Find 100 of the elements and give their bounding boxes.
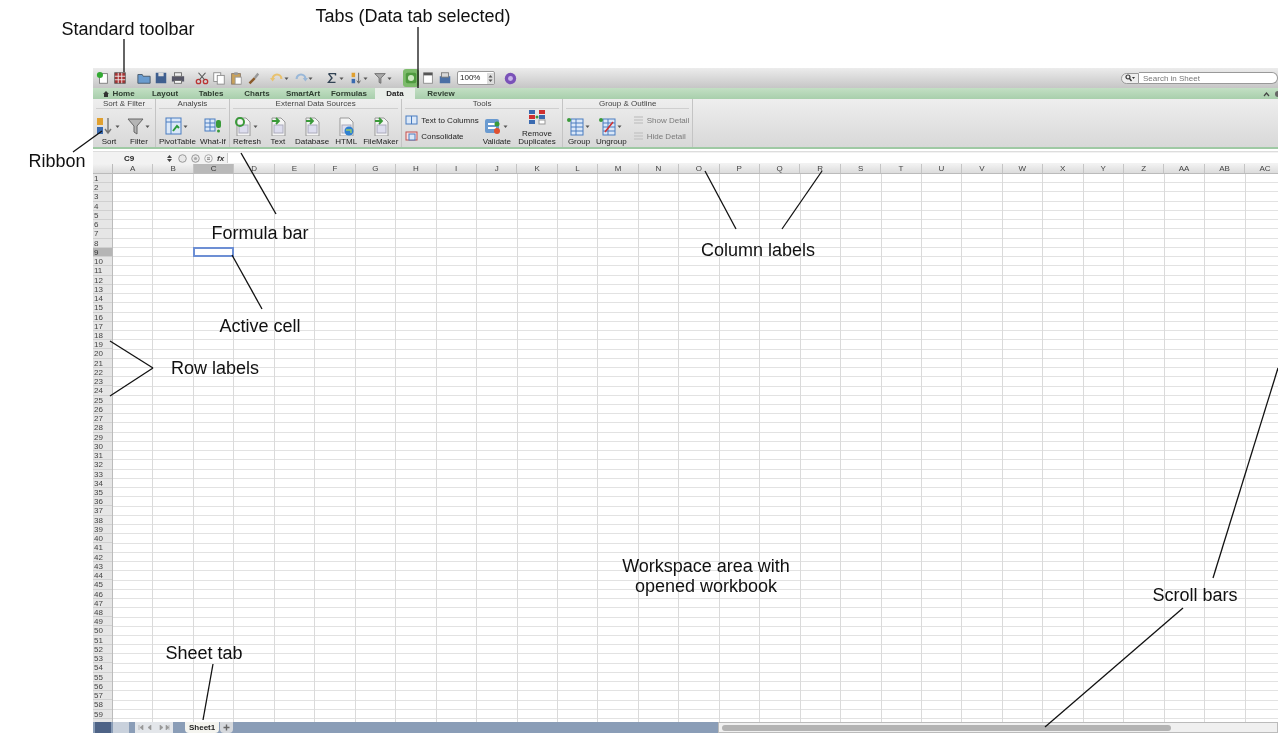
column-header[interactable]: K	[517, 164, 558, 173]
row-header[interactable]: 59	[93, 709, 112, 719]
column-header[interactable]: J	[476, 164, 518, 173]
row-header[interactable]: 48	[93, 608, 112, 618]
zoom-field[interactable]: 100%	[457, 71, 495, 85]
function-button[interactable]: fx	[217, 153, 225, 163]
row-header[interactable]: 8	[93, 238, 112, 248]
ribbon-tab[interactable]: Charts	[237, 88, 277, 99]
row-header[interactable]: 54	[93, 663, 112, 673]
column-header[interactable]: A	[113, 164, 154, 173]
column-header[interactable]: Z	[1123, 164, 1165, 173]
row-header[interactable]: 42	[93, 552, 112, 562]
column-header[interactable]: N	[638, 164, 680, 173]
column-header[interactable]: G	[355, 164, 397, 173]
column-header[interactable]: U	[921, 164, 963, 173]
column-header[interactable]: S	[840, 164, 882, 173]
row-header[interactable]: 52	[93, 644, 112, 655]
ribbon-tab[interactable]: Review	[421, 88, 461, 99]
row-header[interactable]: 36	[93, 497, 112, 507]
ribbon-tab[interactable]: Formulas	[329, 88, 369, 99]
row-header[interactable]: 15	[93, 303, 112, 313]
ribbon-button[interactable]: Validate	[482, 110, 511, 146]
search-field[interactable]: Search in Sheet	[1139, 72, 1278, 84]
ribbon-button[interactable]: Remove Duplicates	[515, 110, 559, 146]
row-header[interactable]: 27	[93, 414, 112, 424]
ribbon-button[interactable]: Text	[264, 110, 291, 146]
name-box[interactable]: C9	[93, 153, 165, 163]
row-header[interactable]: 28	[93, 423, 112, 433]
row-header[interactable]: 21	[93, 358, 112, 368]
ribbon-button[interactable]: Consolidate	[405, 131, 479, 141]
row-header[interactable]: 17	[93, 321, 112, 331]
row-header[interactable]: 51	[93, 635, 112, 645]
column-header[interactable]: AC	[1245, 164, 1278, 173]
row-header[interactable]: 40	[93, 534, 112, 544]
column-header[interactable]: I	[436, 164, 477, 173]
row-header[interactable]: 23	[93, 377, 112, 387]
row-header[interactable]: 13	[93, 284, 112, 295]
row-header[interactable]: 26	[93, 404, 112, 415]
row-header[interactable]: 1	[93, 174, 112, 184]
column-header[interactable]: V	[962, 164, 1003, 173]
row-header[interactable]: 55	[93, 672, 112, 682]
row-header[interactable]: 34	[93, 478, 112, 488]
row-header[interactable]: 47	[93, 598, 112, 608]
column-header[interactable]: AA	[1164, 164, 1205, 173]
column-header[interactable]: Y	[1083, 164, 1124, 173]
row-header[interactable]: 49	[93, 617, 112, 627]
ribbon-tab[interactable]: Layout	[145, 88, 185, 99]
row-header[interactable]: 45	[93, 580, 112, 590]
ribbon-button[interactable]: Refresh	[232, 110, 261, 146]
ribbon-button[interactable]: What-If	[199, 110, 226, 146]
row-header[interactable]: 44	[93, 571, 112, 581]
row-header[interactable]: 31	[93, 451, 112, 461]
ribbon-tab[interactable]: SmartArt	[283, 88, 323, 99]
sheet-tab[interactable]: Sheet1	[185, 722, 220, 733]
row-header[interactable]: 4	[93, 201, 112, 211]
row-header[interactable]: 10	[93, 257, 112, 267]
column-header[interactable]: L	[557, 164, 599, 173]
ribbon-button[interactable]: FileMaker	[363, 110, 399, 146]
ribbon-button[interactable]: HTML	[333, 110, 360, 146]
column-header[interactable]: W	[1002, 164, 1044, 173]
row-header[interactable]: 58	[93, 700, 112, 710]
column-header[interactable]: D	[234, 164, 275, 173]
column-header[interactable]: M	[598, 164, 639, 173]
ribbon-button[interactable]: Group	[566, 110, 592, 146]
row-header[interactable]: 33	[93, 469, 112, 479]
row-header[interactable]: 43	[93, 561, 112, 572]
row-header[interactable]: 19	[93, 340, 112, 350]
column-header[interactable]: B	[153, 164, 194, 173]
row-header[interactable]: 56	[93, 681, 112, 692]
ribbon-button[interactable]: PivotTable	[159, 110, 196, 146]
row-header[interactable]: 41	[93, 543, 112, 553]
column-header[interactable]: P	[719, 164, 760, 173]
ribbon-tab[interactable]: Data	[375, 88, 415, 99]
row-header[interactable]: 9	[93, 247, 112, 258]
row-header[interactable]: 20	[93, 349, 112, 359]
row-header[interactable]: 39	[93, 524, 112, 535]
column-header[interactable]: H	[396, 164, 437, 173]
column-header[interactable]: O	[679, 164, 720, 173]
row-header[interactable]: 14	[93, 294, 112, 304]
ribbon-button[interactable]: Ungroup	[596, 110, 627, 146]
column-header[interactable]: F	[315, 164, 356, 173]
row-header[interactable]: 5	[93, 210, 112, 221]
row-header[interactable]: 50	[93, 626, 112, 636]
column-header[interactable]: AB	[1204, 164, 1246, 173]
column-header[interactable]: R	[800, 164, 841, 173]
row-header[interactable]: 53	[93, 654, 112, 664]
ribbon-button[interactable]: Filter	[126, 110, 152, 146]
row-header[interactable]: 37	[93, 506, 112, 516]
row-header[interactable]: 57	[93, 691, 112, 701]
ribbon-tab[interactable]: Home	[99, 88, 139, 99]
row-header[interactable]: 35	[93, 487, 112, 498]
row-header[interactable]: 18	[93, 331, 112, 341]
row-header[interactable]: 3	[93, 192, 112, 202]
row-header[interactable]: 16	[93, 312, 112, 322]
ribbon-button[interactable]: Sort	[96, 110, 122, 146]
row-header[interactable]: 32	[93, 460, 112, 470]
row-header[interactable]: 24	[93, 386, 112, 396]
ribbon-tab[interactable]: Tables	[191, 88, 231, 99]
row-header[interactable]: 29	[93, 432, 112, 442]
column-header[interactable]: C	[193, 164, 235, 173]
